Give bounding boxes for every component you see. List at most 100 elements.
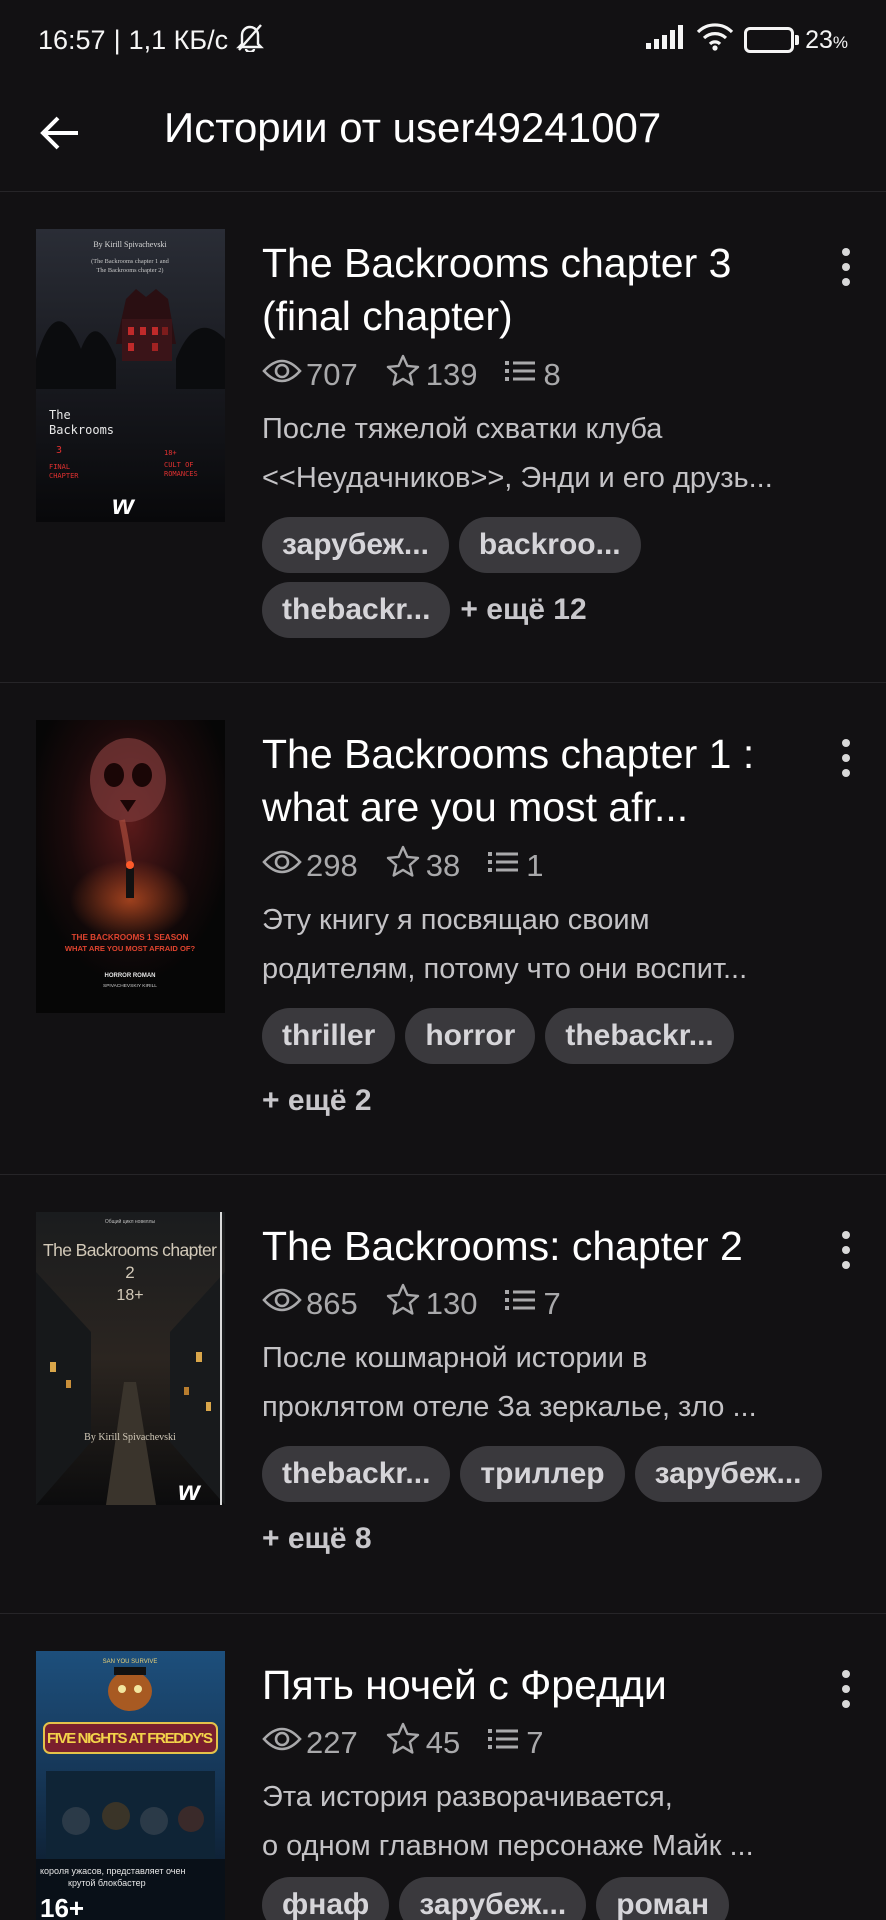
star-icon: [384, 353, 426, 397]
svg-text:WHAT ARE YOU MOST AFRAID OF?: WHAT ARE YOU MOST AFRAID OF?: [65, 944, 196, 953]
tag-chip[interactable]: thebackr...: [545, 1008, 734, 1064]
story-card[interactable]: THE BACKROOMS 1 SEASON WHAT ARE YOU MOST…: [0, 684, 886, 1175]
more-tags-link[interactable]: + ещё 8: [262, 1522, 372, 1556]
svg-text:THE BACKROOMS 1 SEASON: THE BACKROOMS 1 SEASON: [72, 933, 189, 942]
votes-count: 38: [425, 848, 461, 883]
story-description: Эта история разворачивается, о одном гла…: [262, 1781, 754, 1862]
story-cover[interactable]: SAN YOU SURVIVE FIVE NIGHTS AT FREDDY'S …: [36, 1651, 225, 1920]
status-bar: 16:57 | 1,1 КБ/с 23%: [0, 0, 886, 80]
more-tags-link[interactable]: + ещё 12: [460, 593, 586, 627]
views-count: 865: [306, 1286, 358, 1321]
story-stats: 298 38 1: [262, 844, 569, 888]
svg-text:By Kirill Spivachevski: By Kirill Spivachevski: [84, 1432, 176, 1443]
story-tags: зарубеж... backroo... thebackr... + ещё …: [262, 517, 862, 647]
more-vertical-icon[interactable]: [828, 239, 864, 295]
more-tags-link[interactable]: + ещё 2: [262, 1084, 372, 1118]
tag-chip[interactable]: thriller: [262, 1008, 396, 1064]
cover-title-line1: The Backrooms chapter: [43, 1240, 217, 1260]
votes-count: 139: [425, 357, 478, 392]
eye-icon: [262, 848, 306, 884]
eye-icon: [262, 357, 306, 393]
page-title: Истории от user49241007: [164, 103, 662, 151]
network-speed: 1,1 КБ/с: [128, 24, 229, 55]
story-description: После тяжелой схватки клуба <<Неудачнико…: [262, 413, 773, 494]
votes-count: 45: [425, 1725, 461, 1760]
bell-off-icon: [236, 22, 264, 59]
tag-chip[interactable]: триллер: [460, 1446, 625, 1502]
battery-percent: 23: [805, 25, 833, 54]
app-bar: Истории от user49241007: [0, 80, 886, 192]
svg-text:3: 3: [56, 445, 62, 456]
svg-text:16+: 16+: [40, 1893, 84, 1920]
svg-text:HORROR ROMAN: HORROR ROMAN: [105, 973, 156, 979]
svg-text:крутой блокбастер: крутой блокбастер: [68, 1878, 146, 1888]
wattpad-logo: w: [112, 489, 136, 520]
tag-chip[interactable]: thebackr...: [262, 1446, 451, 1502]
list-icon: [486, 848, 526, 884]
story-tags: thriller horror thebackr... + ещё 2: [262, 1008, 862, 1138]
views-count: 707: [306, 357, 358, 392]
story-title[interactable]: The Backrooms chapter 1 : what are you m…: [262, 728, 802, 834]
wifi-icon: [696, 22, 734, 58]
story-stats: 865 130 7: [262, 1282, 587, 1326]
tag-chip[interactable]: backroo...: [458, 517, 641, 573]
parts-count: 7: [526, 1725, 544, 1760]
svg-text:FINAL: FINAL: [49, 463, 70, 471]
star-icon: [384, 844, 426, 888]
tag-chip[interactable]: зарубеж...: [399, 1877, 587, 1920]
cover-title-line2: Backrooms: [49, 423, 114, 437]
story-title[interactable]: The Backrooms: chapter 2: [262, 1220, 802, 1273]
svg-text:Общий цикл новеллы: Общий цикл новеллы: [105, 1218, 156, 1225]
cover-title-line1: The: [49, 408, 71, 422]
story-stats: 227 45 7: [262, 1721, 569, 1765]
cover-title: FIVE NIGHTS AT FREDDY'S: [47, 1730, 213, 1747]
tag-chip[interactable]: зарубеж...: [262, 517, 449, 573]
parts-count: 1: [526, 848, 544, 883]
svg-text:SAN YOU SURVIVE: SAN YOU SURVIVE: [103, 1659, 158, 1665]
story-stats: 707 139 8: [262, 353, 587, 397]
battery-icon: 23%: [744, 26, 848, 55]
svg-text:18+: 18+: [164, 449, 177, 457]
star-icon: [384, 1282, 426, 1326]
eye-icon: [262, 1286, 306, 1322]
tag-chip[interactable]: зарубеж...: [634, 1446, 822, 1502]
story-description: Эту книгу я посвящаю своим родителям, по…: [262, 904, 748, 985]
story-cover[interactable]: Общий цикл новеллы The Backrooms chapter…: [36, 1212, 225, 1505]
more-vertical-icon[interactable]: [828, 730, 864, 786]
story-cover[interactable]: THE BACKROOMS 1 SEASON WHAT ARE YOU MOST…: [36, 720, 225, 1013]
svg-text:короля ужасов, представляет оч: короля ужасов, представляет очен: [40, 1866, 185, 1876]
signal-icon: [646, 24, 686, 56]
story-card[interactable]: Общий цикл новеллы The Backrooms chapter…: [0, 1176, 886, 1614]
tag-chip[interactable]: фнаф: [262, 1877, 390, 1920]
story-title[interactable]: Пять ночей с Фредди: [262, 1659, 802, 1712]
more-vertical-icon[interactable]: [828, 1661, 864, 1717]
svg-text:CULT OF: CULT OF: [164, 461, 194, 469]
svg-text:2: 2: [125, 1263, 134, 1282]
svg-text:The Backrooms chapter 2): The Backrooms chapter 2): [97, 267, 164, 274]
svg-text:SPIVACHEVSKIY KIRILL: SPIVACHEVSKIY KIRILL: [103, 983, 157, 989]
tag-chip[interactable]: horror: [405, 1008, 536, 1064]
story-cover[interactable]: By Kirill Spivachevski (The Backrooms ch…: [36, 229, 225, 522]
story-card[interactable]: SAN YOU SURVIVE FIVE NIGHTS AT FREDDY'S …: [0, 1615, 886, 1920]
list-icon: [503, 1286, 543, 1322]
cover-author: By Kirill Spivachevski: [93, 240, 167, 249]
story-card[interactable]: By Kirill Spivachevski (The Backrooms ch…: [0, 193, 886, 683]
back-button[interactable]: [0, 80, 120, 192]
status-time: 16:57: [38, 24, 106, 55]
svg-text:18+: 18+: [116, 1287, 143, 1304]
story-tags: thebackr... триллер зарубеж... + ещё 8: [262, 1446, 862, 1576]
story-title[interactable]: The Backrooms chapter 3 (final chapter): [262, 237, 802, 343]
parts-count: 8: [543, 357, 561, 392]
parts-count: 7: [543, 1286, 561, 1321]
list-icon: [486, 1725, 526, 1761]
story-description: После кошмарной истории в проклятом отел…: [262, 1342, 757, 1423]
arrow-left-icon: [40, 115, 80, 156]
tag-chip[interactable]: thebackr...: [262, 582, 451, 638]
votes-count: 130: [425, 1286, 478, 1321]
eye-icon: [262, 1725, 306, 1761]
svg-text:ROMANCES: ROMANCES: [164, 470, 198, 478]
views-count: 227: [306, 1725, 358, 1760]
tag-chip[interactable]: роман: [596, 1877, 730, 1920]
story-tags: фнаф зарубеж... роман: [262, 1877, 862, 1920]
more-vertical-icon[interactable]: [828, 1222, 864, 1278]
